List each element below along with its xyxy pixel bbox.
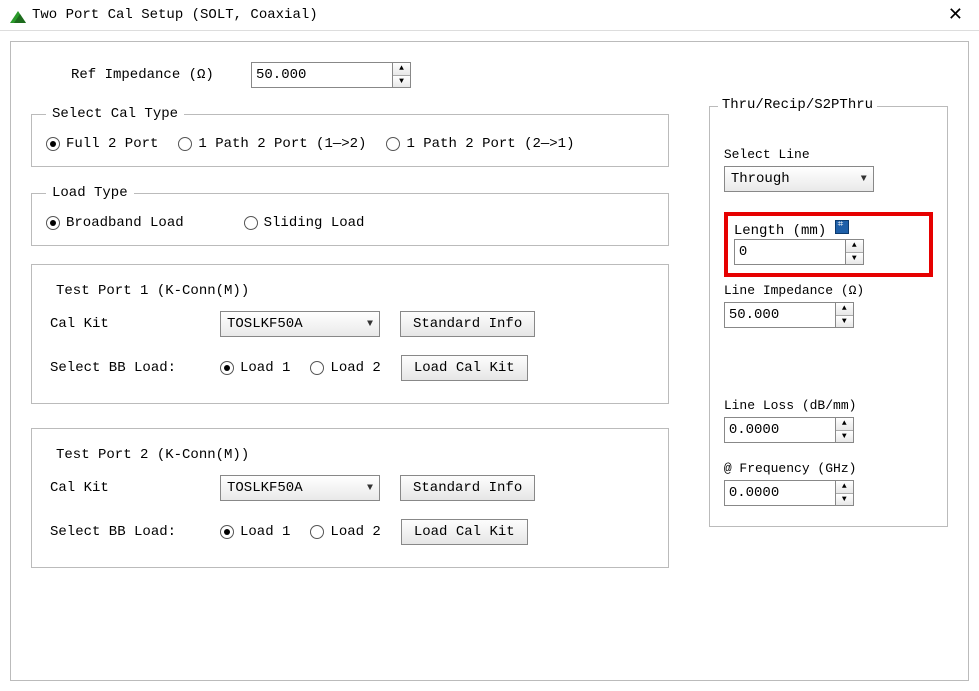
window-title: Two Port Cal Setup (SOLT, Coaxial) — [32, 7, 318, 23]
port2-load1-radio[interactable]: Load 1 — [220, 524, 290, 540]
radio-1path-2to1[interactable]: 1 Path 2 Port (2—>1) — [386, 136, 574, 152]
line-impedance-label: Line Impedance (Ω) — [724, 283, 933, 298]
spinner-arrows[interactable]: ▲▼ — [392, 63, 410, 87]
port2-bb-label: Select BB Load: — [50, 524, 200, 540]
radio-full-2-port[interactable]: Full 2 Port — [46, 136, 158, 152]
port2-legend: Test Port 2 (K-Conn(M)) — [50, 447, 255, 463]
cal-type-legend: Select Cal Type — [46, 106, 184, 122]
ref-impedance-label: Ref Impedance (Ω) — [71, 67, 241, 83]
load-type-legend: Load Type — [46, 185, 134, 201]
line-loss-label: Line Loss (dB/mm) — [724, 398, 933, 413]
select-line-dropdown[interactable]: Through ▼ — [724, 166, 874, 192]
radio-circle-icon — [178, 137, 192, 151]
select-line-label: Select Line — [724, 147, 933, 162]
port2-standard-info-button[interactable]: Standard Info — [400, 475, 535, 501]
radio-broadband-load[interactable]: Broadband Load — [46, 215, 184, 231]
port1-cal-kit-label: Cal Kit — [50, 316, 200, 332]
thru-group: Thru/Recip/S2PThru Select Line Through ▼… — [709, 106, 948, 527]
port1-load1-radio[interactable]: Load 1 — [220, 360, 290, 376]
radio-circle-icon — [244, 216, 258, 230]
port1-bb-label: Select BB Load: — [50, 360, 200, 376]
test-port-1-group: Test Port 1 (K-Conn(M)) Cal Kit TOSLKF50… — [31, 264, 669, 404]
cal-type-group: Select Cal Type Full 2 Port 1 Path 2 Por… — [31, 106, 669, 167]
port2-cal-kit-label: Cal Kit — [50, 480, 200, 496]
close-icon[interactable]: ✕ — [942, 4, 969, 26]
app-icon — [10, 7, 26, 23]
port1-load2-radio[interactable]: Load 2 — [310, 360, 380, 376]
radio-circle-icon — [46, 216, 60, 230]
titlebar: Two Port Cal Setup (SOLT, Coaxial) ✕ — [0, 0, 979, 31]
chevron-down-icon: ▼ — [367, 319, 373, 330]
radio-circle-icon — [386, 137, 400, 151]
radio-1path-1to2[interactable]: 1 Path 2 Port (1—>2) — [178, 136, 366, 152]
test-port-2-group: Test Port 2 (K-Conn(M)) Cal Kit TOSLKF50… — [31, 428, 669, 568]
length-input[interactable]: ▲▼ — [734, 239, 864, 265]
radio-circle-icon — [220, 361, 234, 375]
radio-sliding-load[interactable]: Sliding Load — [244, 215, 365, 231]
window-body: Ref Impedance (Ω) ▲▼ Select Cal Type Ful… — [10, 41, 969, 681]
port1-cal-kit-select[interactable]: TOSLKF50A ▼ — [220, 311, 380, 337]
radio-circle-icon — [46, 137, 60, 151]
line-impedance-input[interactable]: ▲▼ — [724, 302, 854, 328]
radio-circle-icon — [310, 361, 324, 375]
ref-impedance-field[interactable] — [252, 63, 392, 87]
port1-load-cal-kit-button[interactable]: Load Cal Kit — [401, 355, 528, 381]
calculator-icon[interactable] — [835, 220, 849, 234]
thru-legend: Thru/Recip/S2PThru — [718, 97, 877, 113]
port1-standard-info-button[interactable]: Standard Info — [400, 311, 535, 337]
port1-legend: Test Port 1 (K-Conn(M)) — [50, 283, 255, 299]
ref-impedance-input[interactable]: ▲▼ — [251, 62, 411, 88]
line-loss-input[interactable]: ▲▼ — [724, 417, 854, 443]
port2-cal-kit-select[interactable]: TOSLKF50A ▼ — [220, 475, 380, 501]
port2-load2-radio[interactable]: Load 2 — [310, 524, 380, 540]
length-label: Length (mm) — [734, 220, 923, 239]
frequency-label: @ Frequency (GHz) — [724, 461, 933, 476]
length-highlight: Length (mm) ▲▼ — [724, 212, 933, 277]
frequency-input[interactable]: ▲▼ — [724, 480, 854, 506]
chevron-down-icon: ▼ — [861, 174, 867, 185]
load-type-group: Load Type Broadband Load Sliding Load — [31, 185, 669, 246]
radio-circle-icon — [310, 525, 324, 539]
port2-load-cal-kit-button[interactable]: Load Cal Kit — [401, 519, 528, 545]
chevron-down-icon: ▼ — [367, 483, 373, 494]
radio-circle-icon — [220, 525, 234, 539]
